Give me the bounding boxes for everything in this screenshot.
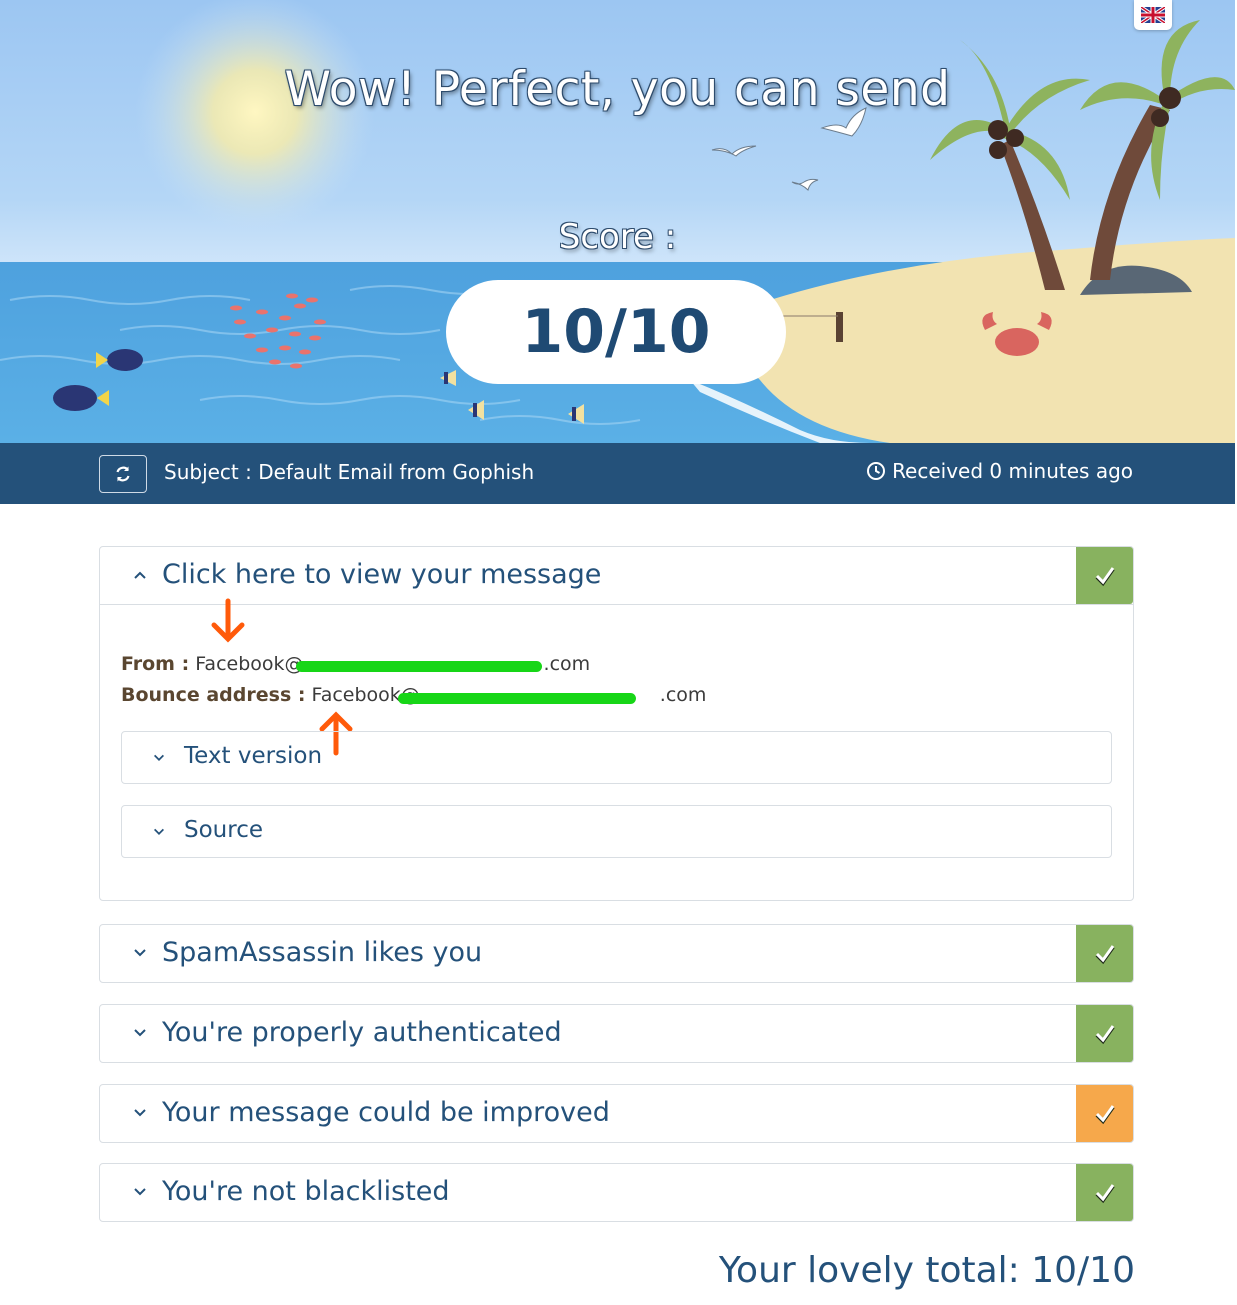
- chevron-down-icon: [134, 949, 146, 957]
- from-label: From :: [121, 653, 190, 675]
- checkmark-icon: [1095, 566, 1115, 586]
- check-panel-header[interactable]: SpamAssassin likes you: [100, 925, 1133, 982]
- check-panel-header[interactable]: Your message could be improved: [100, 1085, 1133, 1142]
- bounce-value-end: .com: [659, 684, 707, 706]
- score-label: Score :: [558, 217, 677, 257]
- hero-banner: Wow! Perfect, you can send Score : 10/10: [0, 0, 1235, 443]
- annotation-arrow-down-icon: [211, 598, 245, 643]
- checkmark-icon: [1095, 1024, 1115, 1044]
- total-score: Your lovely total: 10/10: [718, 1250, 1135, 1291]
- chevron-down-icon: [154, 754, 164, 761]
- source-panel[interactable]: Source: [121, 805, 1112, 858]
- message-panel: Click here to view your message From : F…: [99, 546, 1134, 901]
- chevron-down-icon: [134, 1188, 146, 1196]
- status-check: [1076, 1164, 1133, 1221]
- chevron-down-icon: [154, 828, 164, 835]
- message-panel-title: Click here to view your message: [162, 559, 602, 590]
- status-check: [1076, 925, 1133, 982]
- from-value-end: .com: [543, 653, 591, 675]
- check-panel-improvements[interactable]: Your message could be improved: [99, 1084, 1134, 1143]
- received-time: Received 0 minutes ago: [866, 459, 1133, 483]
- chevron-up-icon: [134, 571, 146, 579]
- refresh-button[interactable]: [99, 455, 147, 493]
- redaction-mark: [296, 661, 542, 672]
- check-panel-spamassassin[interactable]: SpamAssassin likes you: [99, 924, 1134, 983]
- check-title: SpamAssassin likes you: [162, 937, 483, 968]
- bounce-label: Bounce address :: [121, 684, 306, 706]
- result-headline: Wow! Perfect, you can send: [284, 62, 951, 117]
- checkmark-icon: [1095, 1183, 1115, 1203]
- check-panel-blacklist[interactable]: You're not blacklisted: [99, 1163, 1134, 1222]
- from-value-start: Facebook@: [195, 653, 304, 675]
- text-version-title: Text version: [184, 743, 323, 769]
- refresh-icon: [116, 466, 130, 482]
- checkmark-icon: [1095, 1104, 1115, 1124]
- uk-flag-icon: [1141, 7, 1165, 23]
- check-title: Your message could be improved: [162, 1097, 610, 1128]
- checkmark-icon: [1095, 944, 1115, 964]
- status-check: [1076, 1005, 1133, 1062]
- check-panel-header[interactable]: You're properly authenticated: [100, 1005, 1133, 1062]
- check-panel-header[interactable]: You're not blacklisted: [100, 1164, 1133, 1221]
- seagulls: [711, 107, 867, 191]
- chevron-down-icon: [134, 1109, 146, 1117]
- text-version-panel[interactable]: Text version: [121, 731, 1112, 784]
- status-check: [1076, 547, 1133, 604]
- chevron-down-icon: [134, 1029, 146, 1037]
- message-panel-header[interactable]: Click here to view your message: [100, 547, 1133, 604]
- email-subject: Subject : Default Email from Gophish: [164, 460, 535, 484]
- check-title: You're properly authenticated: [162, 1017, 562, 1048]
- subject-bar: Subject : Default Email from Gophish Rec…: [0, 443, 1235, 504]
- received-text: Received 0 minutes ago: [892, 459, 1133, 483]
- check-panel-authentication[interactable]: You're properly authenticated: [99, 1004, 1134, 1063]
- language-selector-button[interactable]: [1134, 0, 1172, 30]
- clock-icon: [867, 462, 886, 480]
- score-display: 10/10: [446, 280, 786, 384]
- redaction-mark: [398, 693, 636, 704]
- status-check: [1076, 1085, 1133, 1142]
- check-title: You're not blacklisted: [162, 1176, 450, 1207]
- message-details: From : Facebook@ .com Bounce address : Fa…: [100, 598, 1133, 900]
- source-title: Source: [184, 817, 263, 843]
